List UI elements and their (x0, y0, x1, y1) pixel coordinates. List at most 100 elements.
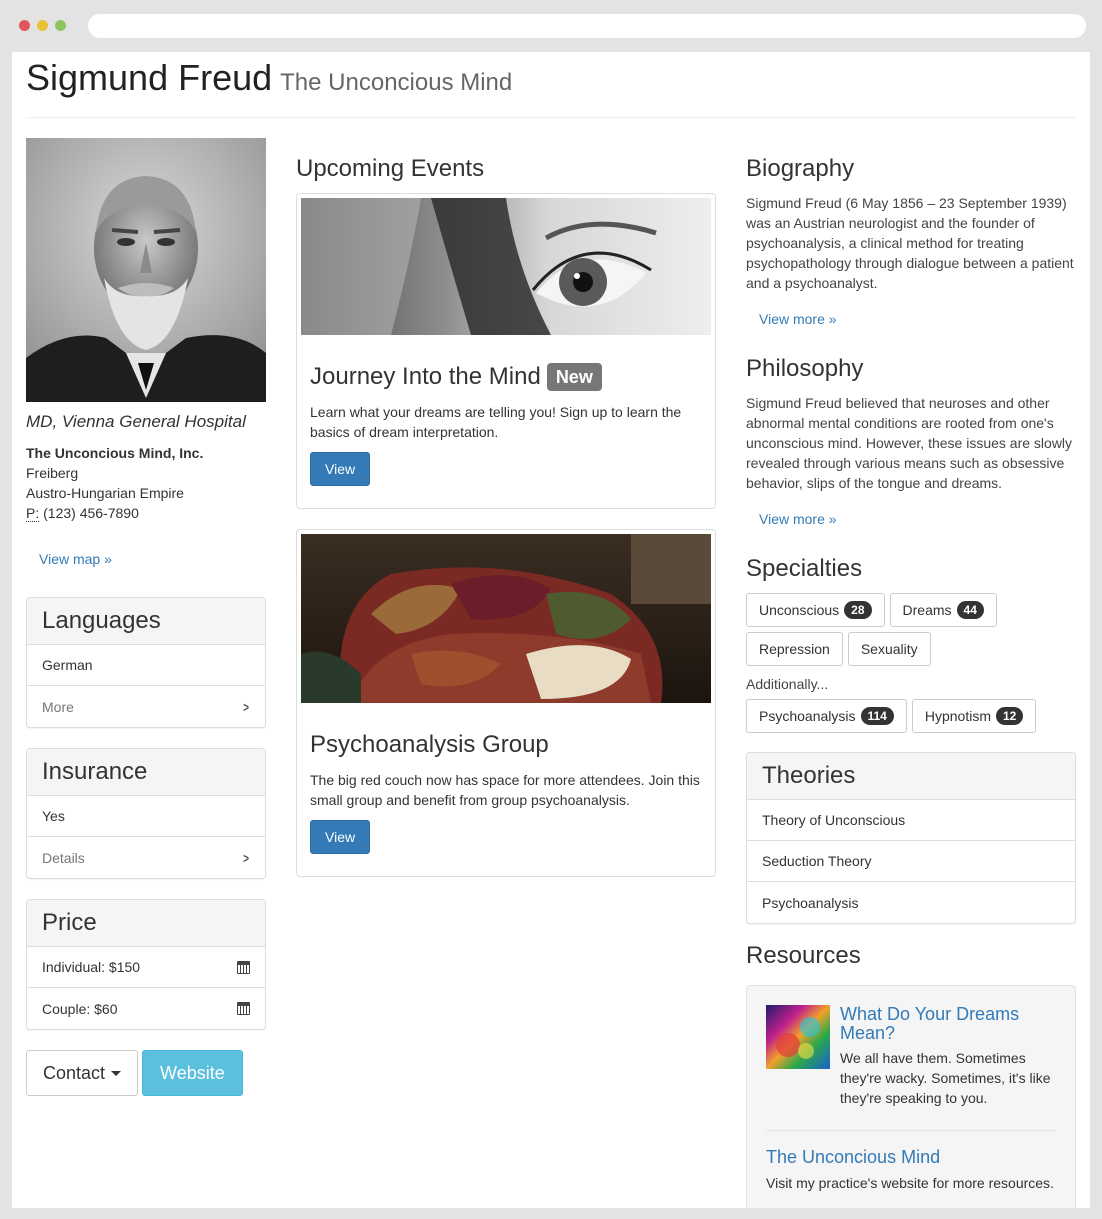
divider (766, 1130, 1056, 1131)
new-badge: New (546, 363, 602, 391)
page-header: Sigmund Freud The Unconcious Mind (26, 58, 1076, 118)
resources-heading: Resources (746, 942, 861, 969)
specialty-label: Sexuality (860, 641, 918, 657)
event-caption: Journey Into the Mind New Learn what your… (301, 335, 711, 504)
event-description: Learn what your dreams are telling you! … (310, 404, 682, 440)
specialty-label: Repression (759, 641, 830, 657)
insurance-details-item[interactable]: Details > (27, 837, 265, 878)
languages-more-label: More (42, 698, 74, 715)
languages-panel: Languages German More > (26, 597, 266, 728)
insurance-value-item: Yes (27, 796, 265, 837)
events-heading: Upcoming Events (296, 155, 485, 182)
price-item: Couple: $60 (27, 988, 265, 1029)
window-close-dot[interactable] (19, 20, 30, 31)
additionally-label: Additionally... (746, 676, 829, 692)
specialty-label: Hypnotism (924, 708, 991, 724)
calendar-icon (237, 1002, 250, 1015)
info-column: Biography Sigmund Freud (6 May 1856 – 23… (746, 155, 1076, 1208)
philosophy-heading: Philosophy (746, 355, 864, 382)
event-card: Journey Into the Mind New Learn what your… (296, 193, 716, 509)
theories-panel: Theories Theory of Unconscious Seduction… (746, 752, 1076, 924)
philosophy-text: Sigmund Freud believed that neuroses and… (746, 395, 1073, 491)
events-column: Upcoming Events Journey Into the Mind Ne… (296, 155, 716, 877)
specialty-tags: Unconscious 28 Dreams 44 Repression Sexual… (746, 593, 1076, 666)
price-panel: Price Individual: $150 Couple: $60 (26, 899, 266, 1030)
portrait-photo (26, 138, 266, 402)
theory-label: Psychoanalysis (762, 894, 859, 911)
philosophy-view-more-link[interactable]: View more » (759, 511, 837, 527)
specialty-count-badge: 114 (860, 707, 894, 725)
languages-more-item[interactable]: More > (27, 686, 265, 727)
event-image-eye (301, 198, 711, 335)
resource-description: We all have them. Sometimes they're wack… (840, 1050, 1051, 1106)
address-country: Austro-Hungarian Empire (26, 485, 184, 501)
specialty-tag[interactable]: Psychoanalysis 114 (746, 699, 907, 733)
insurance-value: Yes (42, 808, 65, 824)
contact-dropdown-button[interactable]: Contact (26, 1050, 139, 1096)
chevron-right-icon: > (243, 698, 249, 715)
specialty-tag[interactable]: Dreams 44 (889, 593, 997, 627)
insurance-panel: Insurance Yes Details > (26, 748, 266, 879)
biography-view-more-link[interactable]: View more » (759, 311, 837, 327)
view-event-button[interactable]: View (310, 820, 371, 854)
theory-label: Theory of Unconscious (762, 812, 906, 828)
theories-heading: Theories (747, 753, 1075, 800)
specialty-label: Dreams (902, 602, 952, 618)
window-maximize-dot[interactable] (55, 20, 66, 31)
insurance-heading: Insurance (27, 749, 265, 796)
view-map-link[interactable]: View map » (39, 551, 112, 567)
calendar-icon (237, 960, 250, 974)
specialty-tag[interactable]: Unconscious 28 (746, 593, 885, 627)
resource-thumbnail[interactable] (766, 1005, 830, 1069)
specialty-label: Unconscious (759, 602, 840, 618)
event-title-text: Psychoanalysis Group (310, 731, 549, 758)
specialty-tag[interactable]: Sexuality (847, 632, 931, 666)
specialty-tag[interactable]: Repression (746, 632, 843, 666)
language-label: German (42, 657, 93, 673)
phone-abbr: P: (26, 505, 40, 522)
resource-item: What Do Your Dreams Mean? We all have th… (766, 1005, 1056, 1108)
address-city: Freiberg (26, 465, 79, 481)
biography-heading: Biography (746, 155, 855, 182)
page-title: Sigmund Freud The Unconcious Mind (26, 58, 1076, 103)
address-bar[interactable] (88, 14, 1086, 38)
org-name: The Unconcious Mind, Inc. (26, 445, 204, 461)
resource-description: Visit my practice's website for more res… (766, 1175, 1054, 1191)
chevron-right-icon: > (243, 849, 249, 866)
browser-chrome (0, 0, 1102, 52)
website-button[interactable]: Website (142, 1050, 243, 1096)
price-label: Individual: $150 (42, 959, 141, 975)
phone-number: (123) 456-7890 (43, 505, 139, 521)
resource-title-link[interactable]: What Do Your Dreams Mean? (840, 1005, 1056, 1043)
price-item: Individual: $150 (27, 947, 265, 988)
event-image-couch (301, 534, 711, 703)
credential: MD, Vienna General Hospital (26, 412, 246, 431)
event-card: Psychoanalysis Group The big red couch n… (296, 529, 716, 877)
specialties-heading: Specialties (746, 555, 863, 582)
price-label: Couple: $60 (42, 1000, 118, 1017)
theory-item[interactable]: Seduction Theory (747, 841, 1075, 882)
contact-label: Contact (43, 1062, 106, 1083)
event-title-text: Journey Into the Mind (310, 363, 541, 390)
view-event-button[interactable]: View (310, 452, 371, 486)
page-title-text: Sigmund Freud (26, 57, 273, 98)
biography-text: Sigmund Freud (6 May 1856 – 23 September… (746, 195, 1074, 291)
resource-body: What Do Your Dreams Mean? We all have th… (840, 1005, 1056, 1108)
specialty-tag[interactable]: Hypnotism 12 (911, 699, 1037, 733)
page-viewport: Sigmund Freud The Unconcious Mind MD, Vi… (12, 52, 1090, 1208)
specialty-count-badge: 28 (844, 601, 872, 619)
insurance-details-label: Details (42, 849, 85, 866)
event-caption: Psychoanalysis Group The big red couch n… (301, 703, 711, 872)
event-title: Journey Into the Mind New (310, 362, 702, 392)
event-description: The big red couch now has space for more… (310, 772, 700, 808)
window-minimize-dot[interactable] (37, 20, 48, 31)
language-item: German (27, 645, 265, 686)
profile-column: MD, Vienna General Hospital The Unconcio… (26, 138, 266, 1096)
resources-well: What Do Your Dreams Mean? We all have th… (746, 985, 1076, 1208)
price-heading: Price (27, 900, 265, 947)
theory-item[interactable]: Psychoanalysis (747, 882, 1075, 923)
theory-item[interactable]: Theory of Unconscious (747, 800, 1075, 841)
resource-title-link[interactable]: The Unconcious Mind (766, 1147, 1056, 1167)
secondary-specialty-tags: Psychoanalysis 114 Hypnotism 12 (746, 699, 1076, 733)
page-subtitle: The Unconcious Mind (280, 69, 513, 96)
